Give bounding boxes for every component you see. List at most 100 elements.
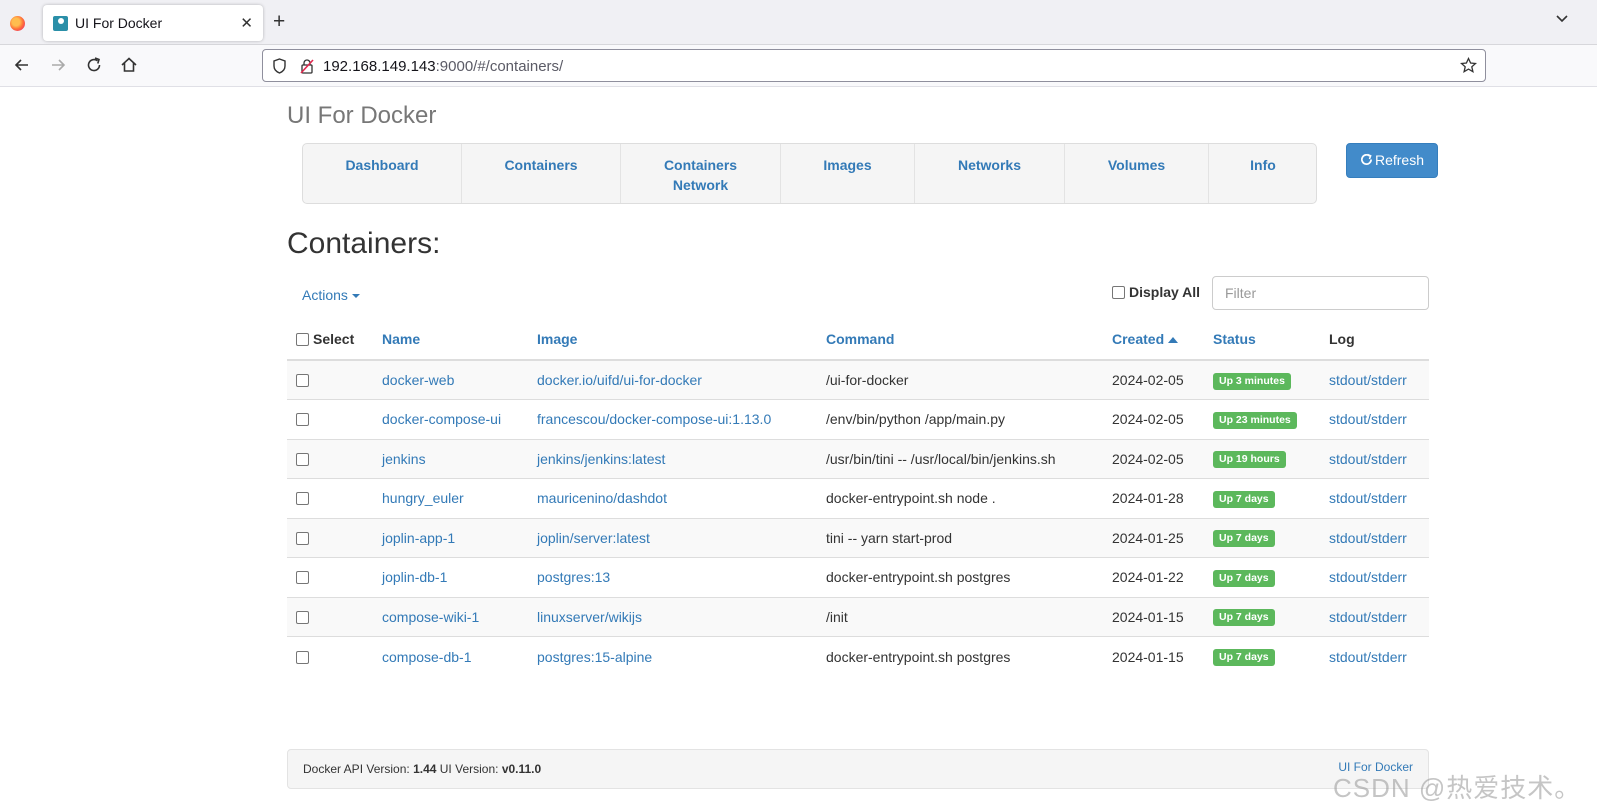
name-cell: compose-db-1 — [382, 636, 537, 676]
image-link[interactable]: joplin/server:latest — [537, 530, 650, 546]
version-info: Docker API Version: 1.44 UI Version: v0.… — [303, 762, 541, 776]
status-cell: Up 7 days — [1213, 478, 1329, 518]
log-link[interactable]: stdout/stderr — [1329, 649, 1407, 665]
status-cell: Up 7 days — [1213, 517, 1329, 558]
log-link[interactable]: stdout/stderr — [1329, 569, 1407, 585]
insecure-lock-icon[interactable] — [300, 58, 314, 74]
bookmark-star-icon[interactable] — [1460, 57, 1477, 74]
command-cell: docker-entrypoint.sh node . — [826, 478, 1112, 518]
sort-by-created[interactable]: Created — [1112, 331, 1179, 347]
image-link[interactable]: postgres:13 — [537, 569, 610, 585]
nav-dashboard[interactable]: Dashboard — [303, 144, 462, 203]
container-name-link[interactable]: hungry_euler — [382, 490, 464, 506]
nav-info[interactable]: Info — [1209, 144, 1317, 203]
sort-by-image[interactable]: Image — [537, 331, 577, 347]
row-checkbox[interactable] — [296, 571, 309, 585]
sort-by-name[interactable]: Name — [382, 331, 420, 347]
container-name-link[interactable]: compose-wiki-1 — [382, 609, 479, 625]
nav-networks[interactable]: Networks — [915, 144, 1065, 203]
display-all-toggle[interactable]: Display All — [1112, 284, 1200, 300]
sort-by-command[interactable]: Command — [826, 331, 894, 347]
nav-containers-network[interactable]: Containers Network — [621, 144, 781, 203]
log-link[interactable]: stdout/stderr — [1329, 609, 1407, 625]
select-all-checkbox[interactable] — [296, 333, 309, 346]
container-name-link[interactable]: docker-compose-ui — [382, 411, 501, 427]
row-checkbox[interactable] — [296, 492, 309, 506]
log-link[interactable]: stdout/stderr — [1329, 451, 1407, 467]
caret-down-icon — [351, 294, 360, 299]
close-tab-icon[interactable]: ✕ — [240, 14, 253, 32]
command-header: Command — [826, 318, 1112, 361]
image-link[interactable]: linuxserver/wikijs — [537, 609, 642, 625]
image-cell: postgres:15-alpine — [537, 636, 826, 676]
display-all-checkbox[interactable] — [1112, 286, 1125, 299]
back-arrow-icon[interactable] — [12, 55, 32, 75]
row-checkbox[interactable] — [296, 610, 309, 624]
page-title: Containers: — [287, 227, 441, 260]
row-checkbox[interactable] — [296, 650, 309, 664]
firefox-logo-icon[interactable] — [10, 16, 25, 31]
image-link[interactable]: docker.io/uifd/ui-for-docker — [537, 372, 702, 388]
sort-by-status[interactable]: Status — [1213, 331, 1256, 347]
created-cell: 2024-01-15 — [1112, 596, 1213, 637]
refresh-label: Refresh — [1374, 152, 1425, 168]
nav-volumes[interactable]: Volumes — [1065, 144, 1209, 203]
new-tab-icon[interactable]: + — [273, 10, 285, 34]
containers-table: Select Name Image Command Created Status… — [287, 318, 1429, 676]
actions-label: Actions — [302, 287, 348, 303]
image-link[interactable]: jenkins/jenkins:latest — [537, 451, 665, 467]
created-header-label: Created — [1112, 331, 1165, 347]
name-cell: joplin-app-1 — [382, 517, 537, 558]
url-text[interactable]: 192.168.149.143:9000/#/containers/ — [323, 58, 563, 75]
status-badge: Up 19 hours — [1213, 451, 1286, 469]
log-link[interactable]: stdout/stderr — [1329, 411, 1407, 427]
image-link[interactable]: francescou/docker-compose-ui:1.13.0 — [537, 411, 771, 427]
status-header: Status — [1213, 318, 1329, 361]
url-bar[interactable]: 192.168.149.143:9000/#/containers/ — [262, 49, 1486, 82]
container-name-link[interactable]: joplin-db-1 — [382, 569, 447, 585]
container-name-link[interactable]: docker-web — [382, 372, 454, 388]
log-link[interactable]: stdout/stderr — [1329, 490, 1407, 506]
name-cell: docker-web — [382, 359, 537, 400]
image-cell: francescou/docker-compose-ui:1.13.0 — [537, 399, 826, 439]
table-row: joplin-db-1 postgres:13 docker-entrypoint.… — [287, 557, 1429, 597]
table-row: compose-wiki-1 linuxserver/wikijs/init 202… — [287, 596, 1429, 637]
created-cell: 2024-02-05 — [1112, 399, 1213, 439]
nav-images[interactable]: Images — [781, 144, 915, 203]
row-select-cell — [287, 517, 382, 558]
reload-icon[interactable] — [84, 55, 104, 75]
display-all-label: Display All — [1129, 284, 1201, 300]
container-name-link[interactable]: compose-db-1 — [382, 649, 472, 665]
container-name-link[interactable]: jenkins — [382, 451, 426, 467]
log-link[interactable]: stdout/stderr — [1329, 530, 1407, 546]
log-link[interactable]: stdout/stderr — [1329, 372, 1407, 388]
row-checkbox[interactable] — [296, 413, 309, 427]
actions-dropdown[interactable]: Actions — [302, 287, 360, 303]
command-cell: docker-entrypoint.sh postgres — [826, 636, 1112, 676]
chevron-down-icon[interactable] — [1555, 12, 1569, 26]
log-header: Log — [1329, 318, 1429, 361]
api-version: 1.44 — [413, 762, 437, 776]
refresh-button[interactable]: Refresh — [1346, 143, 1438, 178]
row-select-cell — [287, 478, 382, 518]
filter-input[interactable] — [1212, 276, 1429, 310]
image-link[interactable]: mauricenino/dashdot — [537, 490, 667, 506]
row-checkbox[interactable] — [296, 452, 309, 466]
table-row: docker-compose-ui francescou/docker-compo… — [287, 399, 1429, 439]
forward-arrow-icon[interactable] — [48, 55, 68, 75]
main-nav: Dashboard Containers Containers Network … — [302, 143, 1317, 204]
row-select-cell — [287, 359, 382, 400]
image-cell: joplin/server:latest — [537, 517, 826, 558]
image-link[interactable]: postgres:15-alpine — [537, 649, 652, 665]
row-checkbox[interactable] — [296, 531, 309, 545]
container-name-link[interactable]: joplin-app-1 — [382, 530, 455, 546]
nav-containers[interactable]: Containers — [462, 144, 621, 203]
row-select-cell — [287, 557, 382, 597]
shield-icon[interactable] — [272, 58, 287, 74]
table-row: joplin-app-1 joplin/server:latest tini -- … — [287, 517, 1429, 558]
home-icon[interactable] — [119, 55, 139, 75]
status-badge: Up 7 days — [1213, 490, 1275, 508]
row-checkbox[interactable] — [296, 374, 309, 387]
browser-tab[interactable]: UI For Docker ✕ — [43, 5, 263, 41]
status-badge: Up 7 days — [1213, 569, 1275, 587]
